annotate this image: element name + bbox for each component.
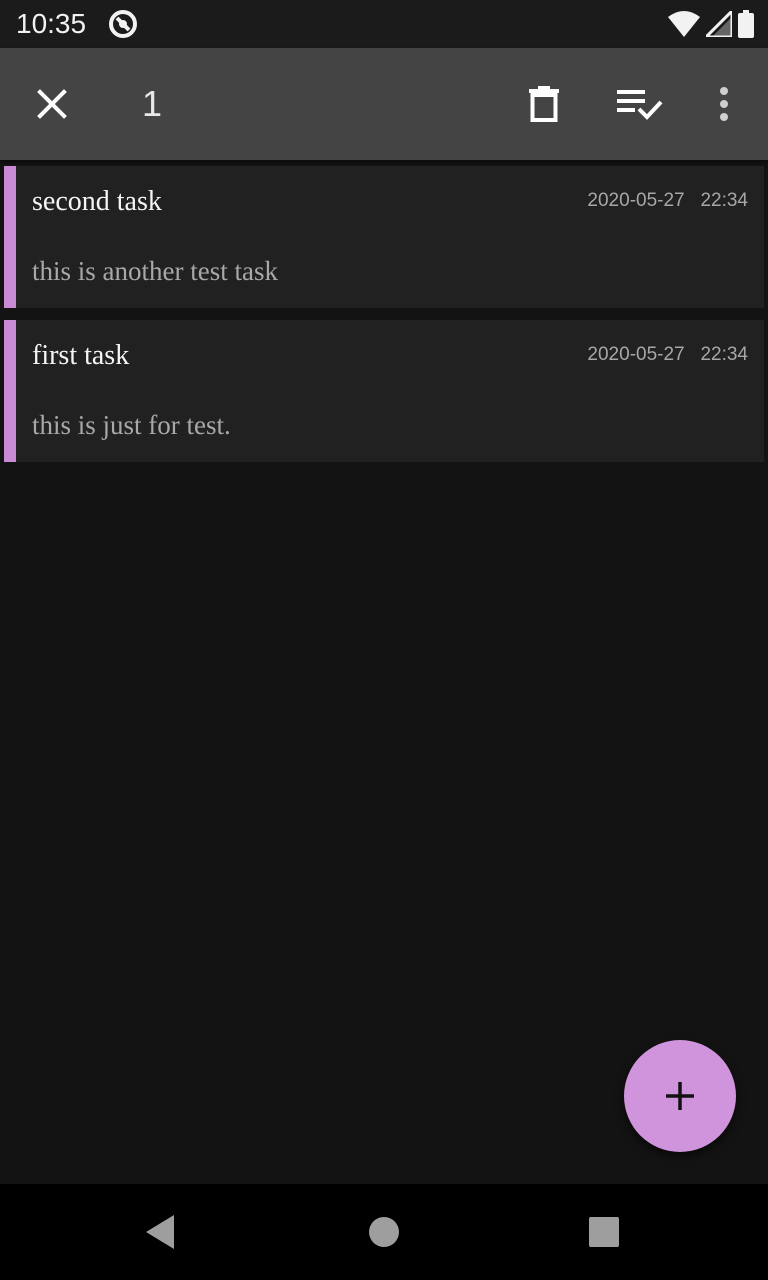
- battery-icon: [738, 10, 754, 38]
- selection-action-bar: 1: [0, 48, 768, 160]
- home-icon: [369, 1217, 399, 1247]
- select-all-icon: [617, 90, 663, 120]
- close-selection-button[interactable]: [24, 80, 80, 128]
- add-task-button[interactable]: [624, 1040, 736, 1152]
- more-options-button[interactable]: [700, 80, 748, 128]
- task-date: 2020-05-27 22:34: [587, 190, 748, 211]
- app-notification-icon: [109, 10, 137, 38]
- recents-button[interactable]: [580, 1208, 628, 1256]
- task-card[interactable]: first task 2020-05-27 22:34 this is just…: [4, 320, 764, 462]
- recents-icon: [589, 1217, 619, 1247]
- task-color-bar: [4, 166, 16, 308]
- task-date: 2020-05-27 22:34: [587, 344, 748, 365]
- selected-count: 1: [142, 83, 163, 124]
- task-title: second task: [32, 186, 162, 217]
- back-button[interactable]: [136, 1208, 184, 1256]
- task-description: this is another test task: [32, 256, 278, 286]
- signal-icon: [706, 11, 732, 37]
- task-description: this is just for test.: [32, 410, 231, 440]
- navigation-bar: [0, 1184, 768, 1280]
- wifi-icon: [668, 11, 700, 37]
- task-card[interactable]: second task 2020-05-27 22:34 this is ano…: [4, 166, 764, 308]
- task-color-bar: [4, 320, 16, 462]
- status-bar: 10:35: [0, 0, 768, 48]
- select-all-button[interactable]: [612, 80, 668, 128]
- delete-button[interactable]: [516, 80, 572, 128]
- status-icons: [668, 9, 754, 39]
- more-vert-icon: [720, 87, 728, 121]
- back-icon: [146, 1215, 174, 1249]
- trash-icon: [529, 86, 559, 122]
- task-title: first task: [32, 340, 130, 371]
- close-icon: [37, 89, 67, 119]
- plus-icon: [666, 1082, 694, 1110]
- status-time: 10:35: [16, 8, 87, 39]
- home-button[interactable]: [360, 1208, 408, 1256]
